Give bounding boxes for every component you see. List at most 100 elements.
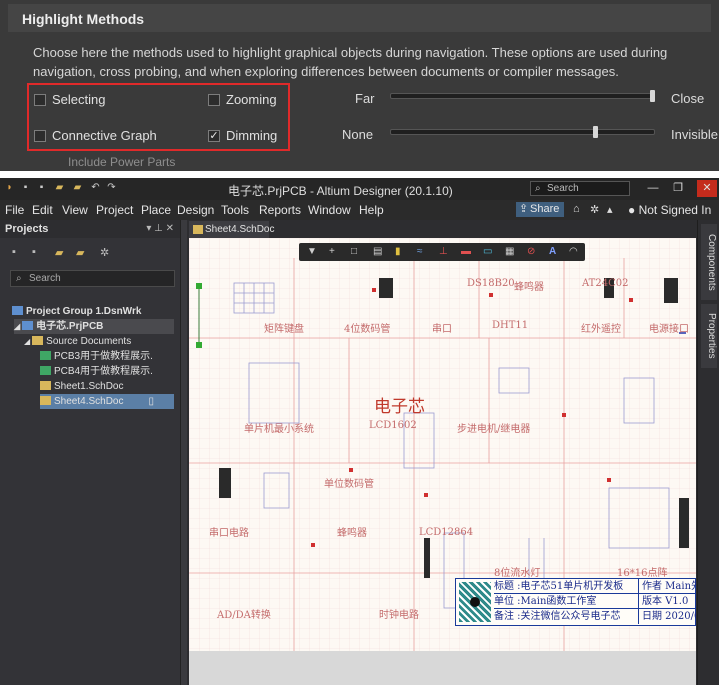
pcb-project-icon	[22, 321, 34, 330]
title-field: 标题 :电子芯51单片机开发板	[494, 581, 624, 592]
menu-window[interactable]: Window	[308, 203, 351, 217]
dimming-checkbox[interactable]: ✓ Dimming	[208, 128, 277, 143]
redo-icon[interactable]: ↷	[106, 182, 117, 193]
properties-panel-tab[interactable]: Properties	[701, 304, 717, 368]
wire-icon[interactable]: ≈	[417, 246, 423, 257]
select-rect-icon[interactable]: □	[351, 246, 357, 257]
filter-icon[interactable]: ▼	[307, 246, 317, 257]
tab-sheet4[interactable]: Sheet4.SchDoc	[189, 221, 275, 238]
selecting-checkbox[interactable]: Selecting	[34, 92, 105, 107]
save-icon[interactable]: ▪	[12, 246, 16, 258]
projects-search-input[interactable]: ⌕ Search	[10, 270, 175, 287]
open-project-icon[interactable]: ▰	[72, 182, 83, 193]
sheet-symbol-icon[interactable]: ▦	[505, 246, 514, 257]
search-icon: ⌕	[535, 183, 541, 194]
checkbox-box[interactable]	[208, 93, 220, 106]
tree-doc-sheet1[interactable]: Sheet1.SchDoc	[40, 379, 124, 394]
gear-icon[interactable]: ✲	[100, 246, 109, 259]
zoom-slider-thumb[interactable]	[650, 90, 655, 102]
tree-doc-pcb4[interactable]: PCB4用于做教程展示.	[40, 364, 153, 379]
menu-edit[interactable]: Edit	[32, 203, 53, 217]
tree-label: Sheet4.SchDoc	[54, 396, 124, 407]
menu-project[interactable]: Project	[96, 203, 133, 217]
schematic-label: 8位流水灯	[494, 568, 541, 579]
open-project-icon[interactable]: ▰	[76, 246, 84, 259]
dimming-slider-thumb[interactable]	[592, 126, 598, 138]
schematic-doc-icon	[40, 381, 51, 390]
net-label-icon[interactable]: ▬	[461, 246, 471, 257]
power-port-icon[interactable]: ⊥	[439, 246, 448, 257]
zoom-slider-track[interactable]	[390, 93, 655, 99]
crosshair-icon[interactable]: +	[329, 246, 335, 257]
zooming-checkbox[interactable]: Zooming	[208, 92, 277, 107]
save-icon[interactable]: ▪	[20, 182, 31, 193]
menu-tools[interactable]: Tools	[221, 203, 249, 217]
dimming-slider-track[interactable]	[390, 129, 655, 135]
app-logo-icon: ◗	[6, 182, 13, 193]
pcb-doc-icon	[40, 351, 51, 360]
schematic-label: 步进电机/继电器	[457, 424, 531, 435]
section-header: Highlight Methods	[8, 4, 711, 32]
text-icon[interactable]: A	[549, 246, 556, 257]
align-icon[interactable]: ▤	[373, 246, 382, 257]
close-button[interactable]: ✕	[697, 180, 717, 197]
tree-label: 电子芯.PrjPCB	[36, 321, 104, 332]
panel-controls[interactable]: ▾ ⊥ ✕	[146, 223, 174, 234]
tree-label: PCB4用于做教程展示.	[54, 366, 153, 377]
checkbox-box[interactable]	[34, 129, 46, 142]
place-part-icon[interactable]: ▮	[395, 246, 401, 257]
schematic-canvas[interactable]: ▼ + □ ▤ ▮ ≈ ⊥ ▬ ▭ ▦ ⊘ A ◠ DS18B20 蜂鸣器 AT…	[189, 238, 696, 651]
share-button[interactable]: ⇪ Share	[516, 202, 564, 217]
schematic-label: 蜂鸣器	[514, 282, 544, 293]
search-placeholder: Search	[547, 183, 579, 194]
schematic-label: 串口电路	[209, 528, 249, 539]
schematic-label: 单片机最小系统	[244, 424, 314, 435]
menu-reports[interactable]: Reports	[259, 203, 301, 217]
open-folder-icon[interactable]: ▰	[55, 246, 63, 259]
undo-icon[interactable]: ↶	[90, 182, 101, 193]
notifications-icon[interactable]: ▴	[607, 203, 613, 216]
document-tabs: Sheet4.SchDoc	[187, 220, 697, 238]
gear-icon[interactable]: ✲	[590, 203, 599, 216]
tree-label: Project Group 1.DsnWrk	[26, 306, 142, 317]
compile-icon[interactable]: ▪	[32, 246, 36, 258]
schematic-label: 4位数码管	[344, 324, 391, 335]
highlight-methods-panel: Highlight Methods Choose here the method…	[0, 0, 719, 171]
tree-label: Sheet1.SchDoc	[54, 381, 124, 392]
tree-doc-sheet4[interactable]: Sheet4.SchDoc ▯	[40, 394, 174, 409]
workspace-icon	[12, 306, 23, 315]
schematic-label: DHT11	[492, 320, 529, 331]
components-panel-tab[interactable]: Components	[701, 224, 717, 300]
menu-design[interactable]: Design	[177, 203, 214, 217]
schematic-doc-icon	[193, 225, 203, 234]
save-all-icon[interactable]: ▪	[36, 182, 47, 193]
tree-project[interactable]: ◢ 电子芯.PrjPCB	[14, 319, 174, 334]
menu-view[interactable]: View	[62, 203, 88, 217]
tree-source-documents[interactable]: ◢ Source Documents	[24, 334, 131, 349]
maximize-button[interactable]: ❐	[668, 180, 688, 197]
menu-file[interactable]: File	[5, 203, 24, 217]
checkbox-box[interactable]	[34, 93, 46, 106]
checkmark-icon[interactable]: ✓	[208, 129, 220, 142]
pcb-doc-icon	[40, 366, 51, 375]
menu-help[interactable]: Help	[359, 203, 384, 217]
connective-graph-checkbox[interactable]: Connective Graph	[34, 128, 157, 143]
arc-icon[interactable]: ◠	[569, 246, 578, 257]
open-icon[interactable]: ▰	[54, 182, 65, 193]
checkbox-label: Connective Graph	[52, 128, 157, 143]
menu-place[interactable]: Place	[141, 203, 171, 217]
schematic-label: 单位数码管	[324, 479, 374, 490]
tree-project-group[interactable]: Project Group 1.DsnWrk	[12, 304, 141, 319]
author-field: 作者 Main先生	[638, 579, 696, 593]
panel-splitter[interactable]	[181, 220, 187, 685]
schematic-label: 时钟电路	[379, 610, 419, 621]
projects-toolbar: ▪ ▪ ▰ ▰ ✲	[0, 246, 180, 262]
tree-doc-pcb3[interactable]: PCB3用于做教程展示.	[40, 349, 153, 364]
port-icon[interactable]: ▭	[483, 246, 492, 257]
home-icon[interactable]: ⌂	[573, 203, 580, 215]
minimize-button[interactable]: —	[643, 180, 663, 197]
no-erc-icon[interactable]: ⊘	[527, 246, 535, 257]
tree-label: Source Documents	[46, 336, 132, 347]
search-placeholder: Search	[29, 273, 61, 284]
global-search-input[interactable]: ⌕ Search	[530, 181, 630, 196]
